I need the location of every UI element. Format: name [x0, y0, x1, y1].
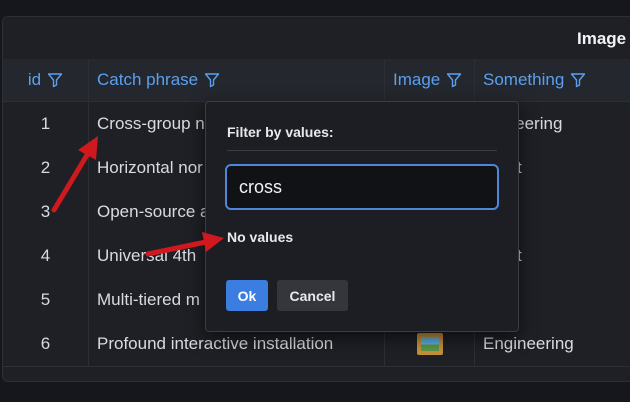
column-header-id[interactable]: id: [3, 59, 89, 101]
column-header-something[interactable]: Something: [475, 59, 630, 101]
ok-button[interactable]: Ok: [226, 280, 268, 311]
column-header-label: Something: [483, 70, 565, 89]
filter-funnel-icon[interactable]: [446, 72, 462, 88]
cell-id[interactable]: 6: [3, 322, 89, 366]
filter-funnel-icon[interactable]: [204, 72, 220, 88]
cell-id[interactable]: 5: [3, 278, 89, 322]
column-header-label: id: [27, 70, 42, 89]
group-header-title: Image: [577, 29, 627, 48]
filter-funnel-icon[interactable]: [570, 72, 586, 88]
cancel-button[interactable]: Cancel: [277, 280, 348, 311]
filter-by-values-popup: Filter by values: No values Ok Cancel: [205, 101, 519, 332]
image-thumbnail-icon[interactable]: [416, 333, 443, 355]
column-header-image[interactable]: Image: [385, 59, 475, 101]
filter-search-input[interactable]: [225, 164, 499, 210]
cell-id[interactable]: 1: [3, 102, 89, 146]
cell-id[interactable]: 4: [3, 234, 89, 278]
column-group-header: Image: [3, 17, 630, 60]
popup-divider: [227, 150, 497, 151]
filter-funnel-icon[interactable]: [47, 72, 63, 88]
column-header-label: Catch phrase: [97, 70, 199, 89]
popup-title: Filter by values:: [227, 124, 334, 140]
no-values-message: No values: [227, 229, 294, 245]
cell-id[interactable]: 2: [3, 146, 89, 190]
column-header-catch-phrase[interactable]: Catch phrase: [89, 59, 385, 101]
column-header-row: id Catch phrase Image Something: [3, 59, 630, 102]
column-header-label: Image: [393, 70, 441, 89]
cell-id[interactable]: 3: [3, 190, 89, 234]
